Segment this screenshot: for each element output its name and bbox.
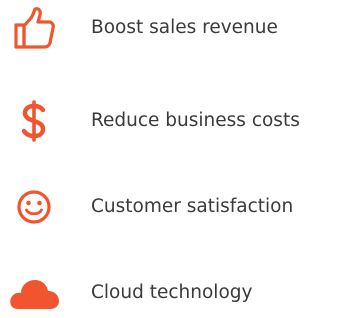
feature-label: Reduce business costs	[91, 110, 300, 131]
cloud-icon	[6, 268, 62, 318]
feature-item-boost-sales: Boost sales revenue	[0, 3, 344, 53]
thumbs-up-icon	[6, 3, 62, 53]
dollar-icon	[6, 96, 62, 146]
feature-item-customer-satisfaction: Customer satisfaction	[0, 182, 344, 232]
feature-item-reduce-costs: Reduce business costs	[0, 96, 344, 146]
feature-label: Customer satisfaction	[91, 196, 294, 217]
feature-list: Boost sales revenue Reduce business cost…	[0, 0, 344, 309]
feature-item-cloud-technology: Cloud technology	[0, 268, 344, 318]
feature-label: Boost sales revenue	[91, 17, 278, 38]
feature-label: Cloud technology	[91, 282, 253, 303]
smiley-icon	[6, 182, 62, 232]
